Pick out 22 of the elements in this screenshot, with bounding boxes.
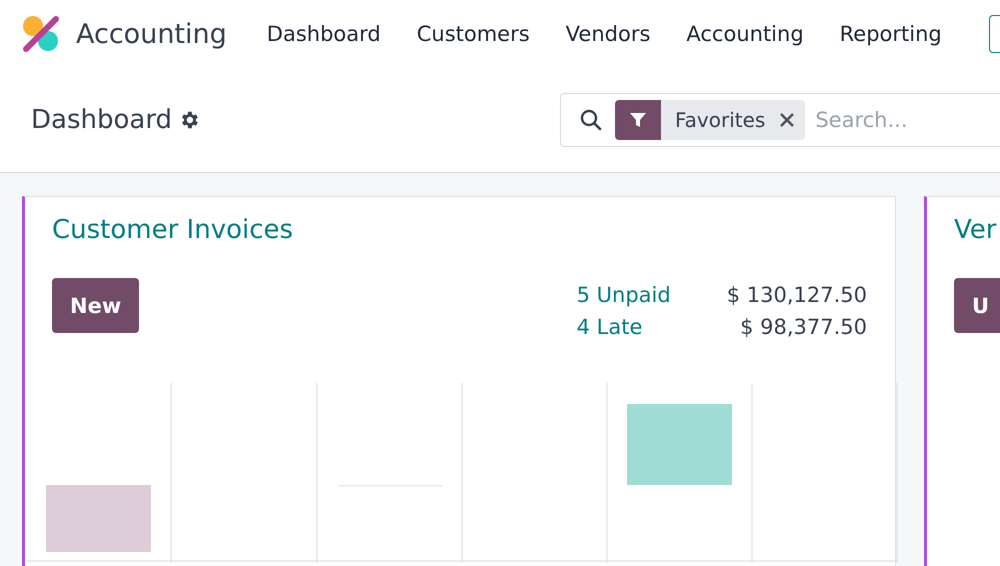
menu-item[interactable]: Customers (398, 22, 548, 46)
card-action-button[interactable]: U (954, 278, 1000, 333)
search-bar[interactable]: Favorites Search... (560, 93, 1000, 147)
stat-amount: $ 98,377.50 (739, 315, 867, 339)
stat-amount: $ 130,127.50 (726, 283, 867, 307)
stat-link[interactable]: 4 Late (576, 315, 671, 339)
menu-item[interactable]: Vendors (548, 22, 668, 46)
menu-item[interactable]: Accounting (668, 22, 822, 46)
menu-item[interactable]: Dashboard (248, 22, 399, 46)
search-icon[interactable] (579, 108, 603, 132)
card-action-button[interactable]: New (52, 278, 140, 333)
card-title[interactable]: Customer Invoices (52, 215, 867, 245)
filter-facet-icon (615, 100, 661, 140)
facet-label: Favorites (675, 108, 766, 132)
page-title: Dashboard (31, 105, 172, 135)
stat-link[interactable]: 5 Unpaid (576, 283, 671, 307)
card-title[interactable]: Ver (954, 215, 1000, 245)
app-name: Accounting (76, 18, 227, 50)
navbar-button[interactable] (989, 15, 1000, 53)
app-logo-icon (22, 15, 60, 53)
close-icon[interactable] (779, 112, 796, 128)
menu-item[interactable]: Reporting (822, 22, 960, 46)
